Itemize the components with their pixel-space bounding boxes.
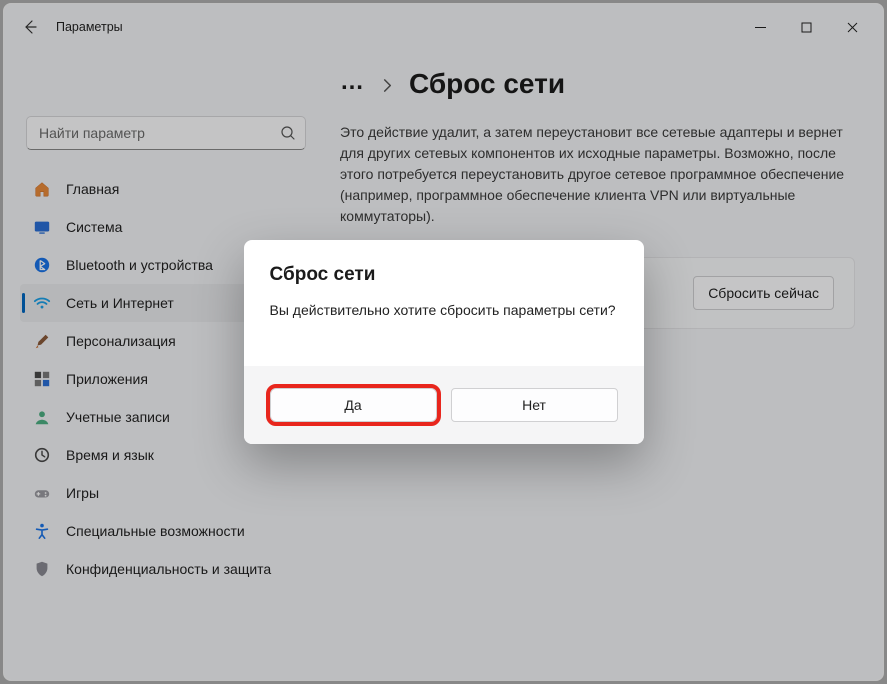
confirm-dialog: Сброс сети Вы действительно хотите сброс… bbox=[244, 240, 644, 444]
dialog-yes-button[interactable]: Да bbox=[270, 388, 437, 422]
modal-overlay: Сброс сети Вы действительно хотите сброс… bbox=[4, 4, 883, 680]
dialog-no-button[interactable]: Нет bbox=[451, 388, 618, 422]
dialog-title: Сброс сети bbox=[270, 264, 618, 286]
dialog-message: Вы действительно хотите сбросить парамет… bbox=[270, 302, 618, 318]
settings-window: Параметры Главная Система bbox=[3, 3, 884, 681]
